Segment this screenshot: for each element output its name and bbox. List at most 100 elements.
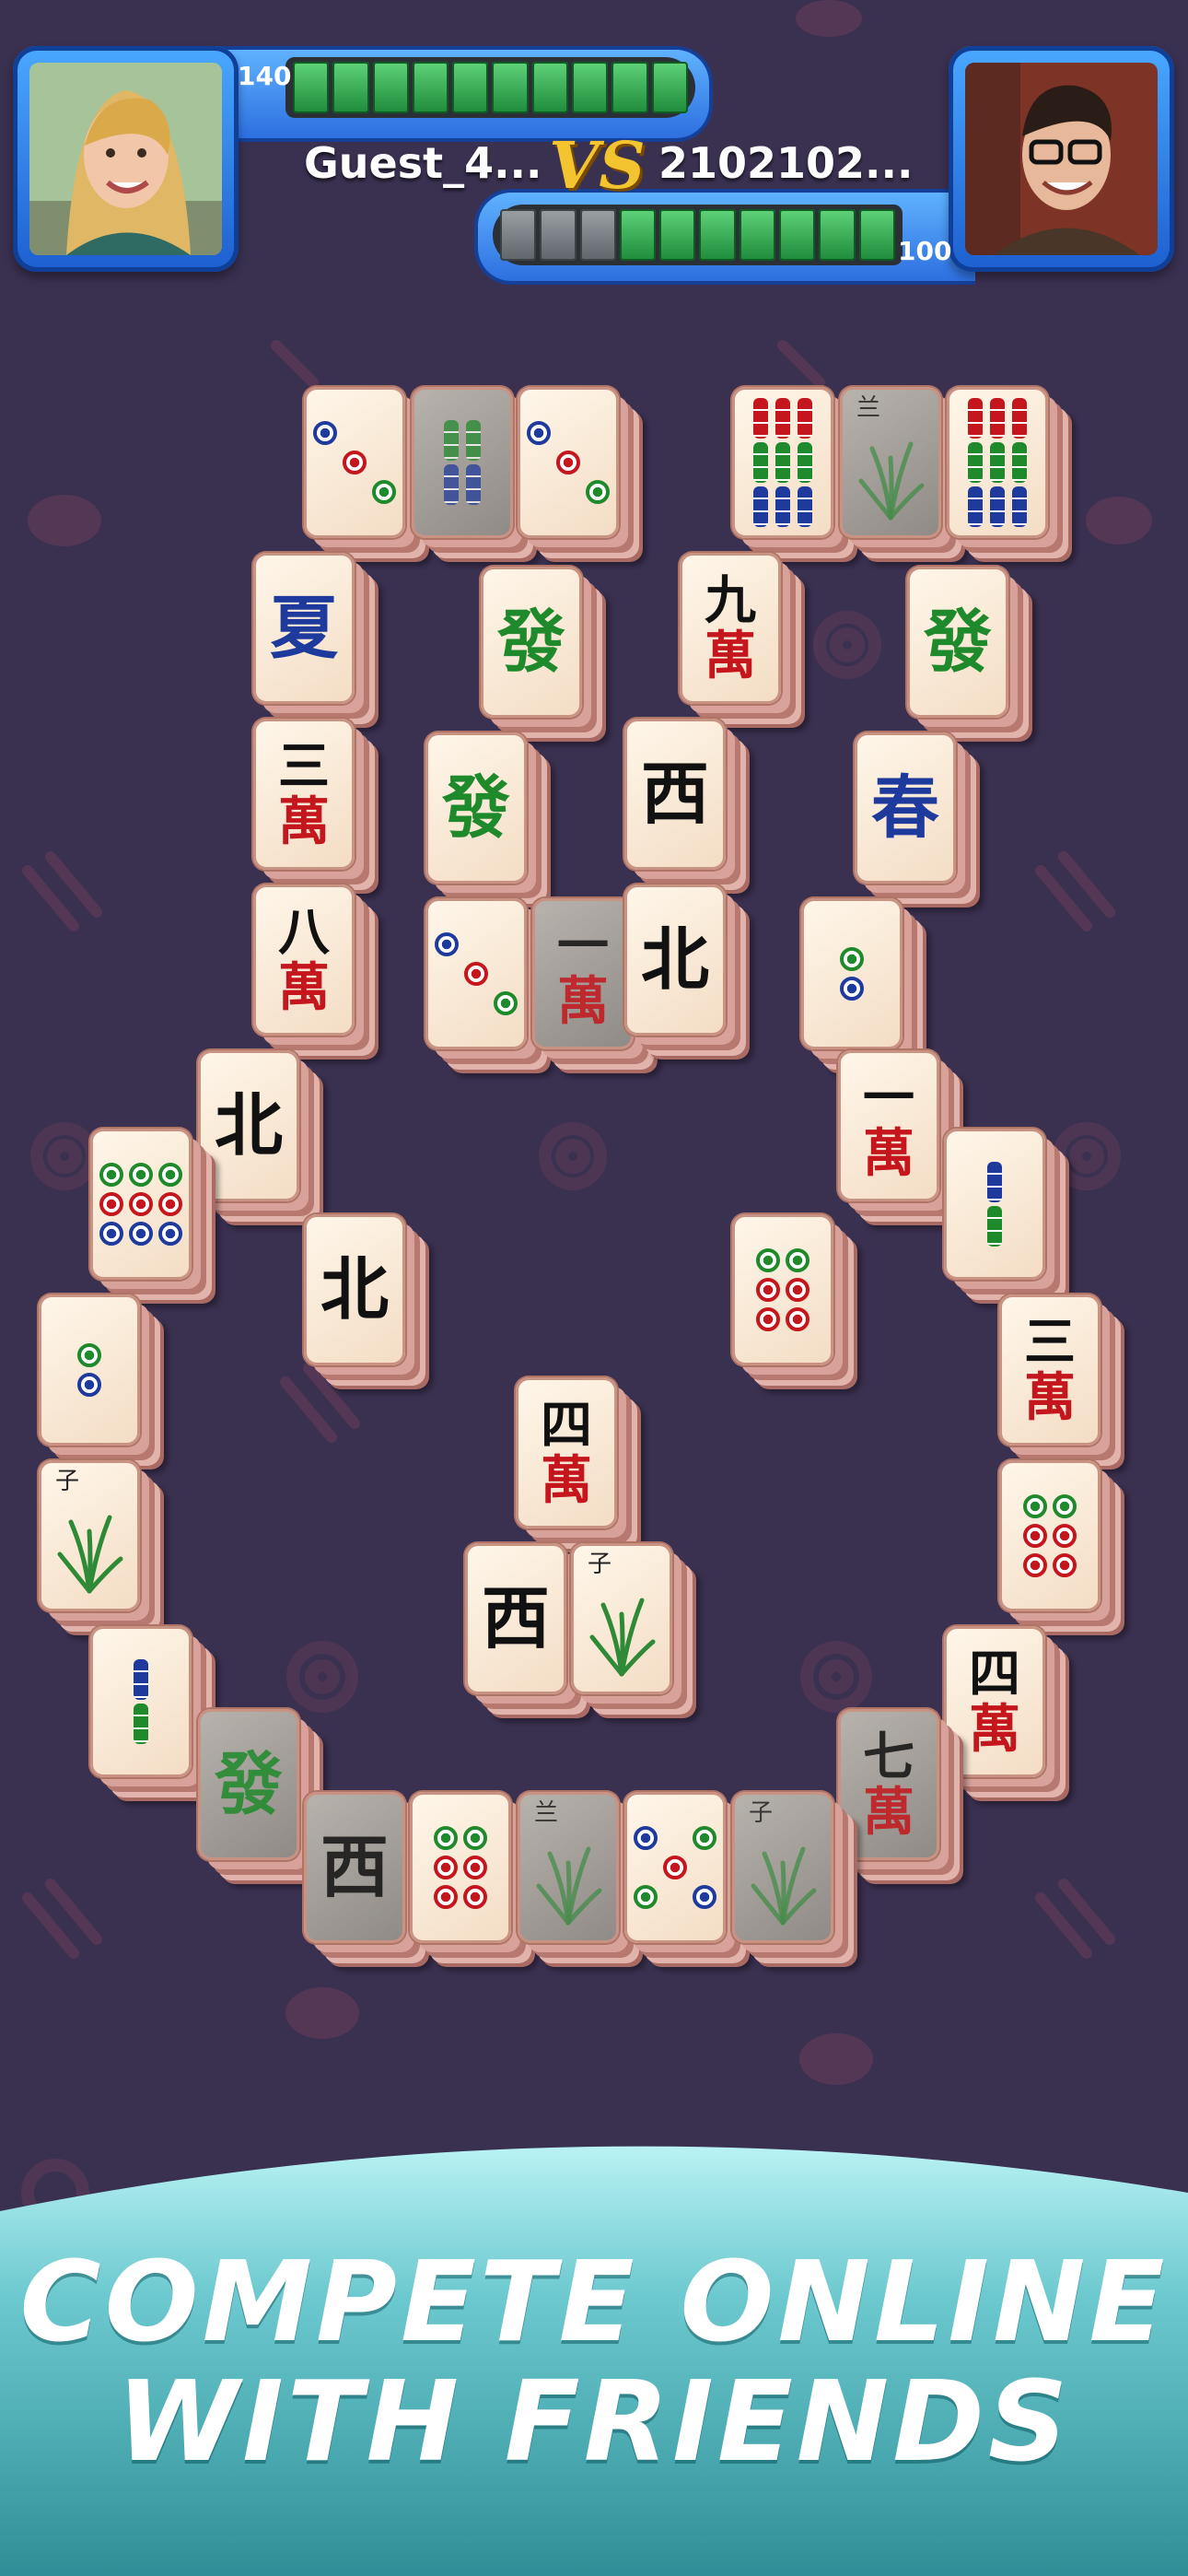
mahjong-tile[interactable]: 一萬	[838, 1050, 949, 1211]
tile-number: 九	[705, 570, 756, 631]
mahjong-tile[interactable]: 七萬	[838, 1709, 949, 1869]
bamboo-stick-icon	[990, 486, 1005, 527]
tile-label: 子	[749, 1799, 774, 1827]
progress-segment	[651, 62, 688, 113]
circle-pip-icon	[372, 421, 396, 445]
mahjong-tile[interactable]: 一萬	[532, 898, 643, 1059]
tile-glyph: 發	[215, 1745, 283, 1824]
mahjong-tile[interactable]	[518, 387, 628, 547]
right-player-name: 2102102...	[658, 138, 914, 188]
tile-face: 發	[198, 1709, 299, 1860]
mahjong-tile[interactable]: 西	[304, 1792, 414, 1952]
mahjong-tile[interactable]	[39, 1294, 149, 1455]
mahjong-tile[interactable]	[624, 1792, 735, 1952]
mahjong-tile[interactable]	[732, 387, 843, 547]
right-player-avatar[interactable]	[949, 46, 1174, 272]
mahjong-tile[interactable]: 九萬	[680, 553, 790, 713]
mahjong-tile[interactable]: 四萬	[944, 1626, 1054, 1786]
tile-face	[304, 387, 405, 538]
circle-pip-icon	[840, 947, 864, 971]
mahjong-tile[interactable]	[425, 898, 536, 1059]
tile-face: 九萬	[680, 553, 781, 704]
circle-pip-icon	[343, 421, 367, 445]
mahjong-tile[interactable]: 兰	[518, 1792, 628, 1952]
mahjong-tile[interactable]	[90, 1129, 201, 1289]
circles-suit-icon	[840, 947, 864, 1001]
mahjong-tile[interactable]: 北	[624, 884, 735, 1045]
tile-wan: 萬	[557, 971, 609, 1032]
right-progress-bar	[493, 205, 903, 265]
promo-line-1: COMPETE ONLINE	[19, 2239, 1169, 2367]
left-player-score: 140	[238, 61, 292, 91]
mahjong-tile[interactable]	[801, 898, 912, 1059]
mahjong-tile[interactable]: 春	[855, 732, 965, 893]
progress-segment	[372, 62, 409, 113]
circle-pip-icon	[1023, 1524, 1047, 1548]
progress-segment	[452, 62, 489, 113]
tile-number: 一	[863, 1068, 914, 1129]
mahjong-tile[interactable]	[410, 1792, 520, 1952]
mahjong-tile[interactable]	[944, 1129, 1054, 1289]
mahjong-tile[interactable]: 夏	[253, 553, 364, 713]
mahjong-tile[interactable]: 發	[198, 1709, 309, 1869]
mahjong-tile[interactable]: 西	[465, 1543, 576, 1704]
tile-glyph: 北	[320, 1250, 389, 1329]
tile-face: 夏	[253, 553, 355, 704]
bamboo-stick-icon	[753, 442, 768, 483]
circle-pip-icon	[634, 1856, 658, 1879]
tile-face	[90, 1129, 192, 1280]
tile-face: 子	[732, 1792, 833, 1943]
circle-pip-icon	[313, 480, 337, 504]
circle-pip-icon	[756, 1248, 780, 1272]
circle-pip-icon	[434, 1885, 458, 1909]
tile-wan: 萬	[863, 1782, 914, 1843]
circle-pip-icon	[435, 932, 459, 956]
mahjong-tile[interactable]: 子	[571, 1543, 681, 1704]
bamboo-stick-icon	[134, 1659, 148, 1700]
mahjong-tile[interactable]: 子	[732, 1792, 843, 1952]
bamboo-stick-icon	[990, 442, 1005, 483]
mahjong-tile[interactable]	[732, 1214, 843, 1375]
mahjong-tile[interactable]	[947, 387, 1057, 547]
circle-pip-icon	[77, 1373, 101, 1397]
tile-face	[518, 387, 619, 538]
tile-number: 四	[541, 1395, 592, 1456]
mahjong-tile[interactable]	[412, 387, 522, 547]
tile-face	[39, 1294, 140, 1446]
tile-face: 三萬	[999, 1294, 1101, 1446]
tile-face	[732, 387, 833, 538]
orchid-plant-icon	[589, 1598, 656, 1677]
circle-pip-icon	[129, 1222, 153, 1246]
bamboo-stick-icon	[753, 486, 768, 527]
mahjong-tile[interactable]: 西	[624, 719, 735, 879]
circle-pip-icon	[586, 451, 610, 474]
circle-pip-icon	[693, 1826, 716, 1850]
tile-face	[90, 1626, 192, 1777]
mahjong-tile[interactable]	[90, 1626, 201, 1786]
mahjong-tile[interactable]: 三萬	[253, 719, 364, 879]
mahjong-tile[interactable]: 子	[39, 1460, 149, 1621]
tile-label: 兰	[856, 394, 881, 422]
mahjong-tile[interactable]: 四萬	[516, 1377, 626, 1538]
mahjong-tile[interactable]: 發	[481, 567, 591, 727]
mahjong-tile[interactable]	[999, 1460, 1110, 1621]
tile-face: 七萬	[838, 1709, 939, 1860]
mahjong-tile[interactable]: 三萬	[999, 1294, 1110, 1455]
circle-pip-icon	[435, 962, 459, 986]
tile-face: 四萬	[944, 1626, 1045, 1777]
mahjong-tile[interactable]	[304, 387, 414, 547]
progress-segment	[293, 62, 330, 113]
circle-pip-icon	[99, 1163, 123, 1187]
tile-glyph: 西	[641, 755, 709, 834]
mahjong-tile[interactable]: 發	[425, 732, 536, 893]
tile-glyph: 發	[442, 768, 510, 848]
left-player-avatar[interactable]	[13, 46, 239, 272]
tile-face	[947, 387, 1048, 538]
mahjong-tile[interactable]: 發	[907, 567, 1018, 727]
mahjong-tile[interactable]: 北	[198, 1050, 309, 1211]
progress-segment	[500, 209, 537, 261]
mahjong-tile[interactable]: 八萬	[253, 884, 364, 1045]
mahjong-tile[interactable]: 北	[304, 1214, 414, 1375]
circles-suit-icon	[99, 1163, 182, 1246]
mahjong-tile[interactable]: 兰	[840, 387, 950, 547]
